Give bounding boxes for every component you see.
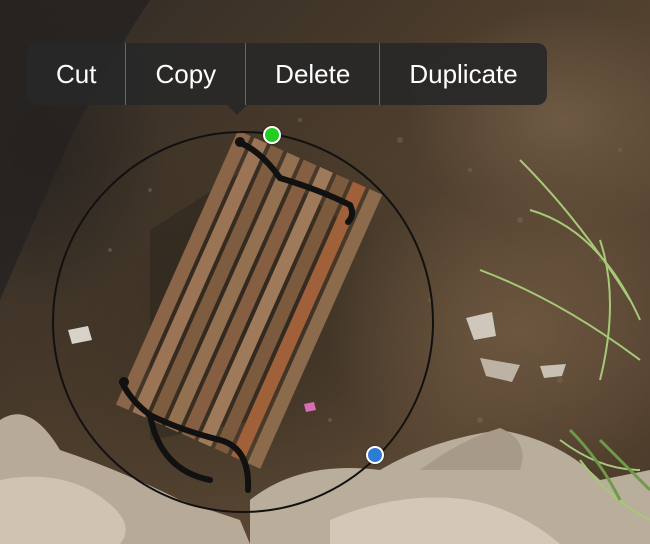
cut-button[interactable]: Cut — [27, 43, 125, 105]
resize-handle[interactable] — [366, 446, 384, 464]
delete-button[interactable]: Delete — [246, 43, 379, 105]
rotate-handle[interactable] — [263, 126, 281, 144]
duplicate-button[interactable]: Duplicate — [380, 43, 546, 105]
copy-button[interactable]: Copy — [126, 43, 245, 105]
context-menu: Cut Copy Delete Duplicate — [27, 43, 547, 115]
